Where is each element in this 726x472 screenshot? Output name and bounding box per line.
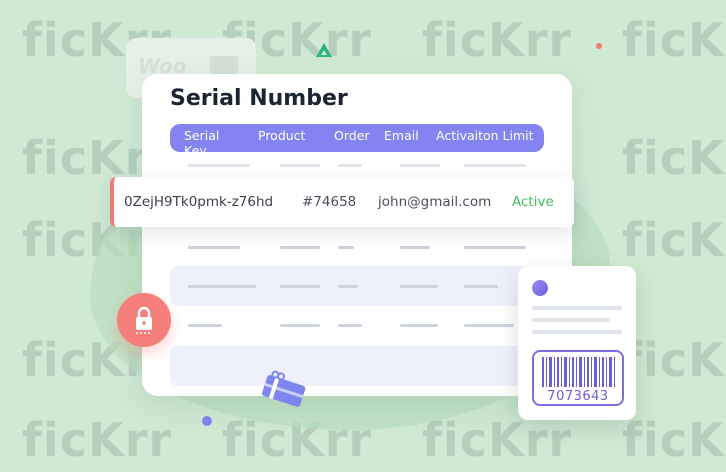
placeholder-line <box>400 246 430 249</box>
watermark-text: ficKrr <box>622 333 726 387</box>
watermark-text: ficKrr <box>622 131 726 185</box>
placeholder-line <box>532 306 622 310</box>
decor-dot <box>202 416 212 426</box>
barcode-number: 7073643 <box>547 389 609 404</box>
column-header: Serial Key <box>184 128 220 152</box>
placeholder-line <box>188 246 240 249</box>
email-value: john@gmail.com <box>378 194 492 210</box>
watermark-text: ficKrr <box>22 413 173 467</box>
placeholder-line <box>464 246 526 249</box>
triangle-shape <box>316 43 332 57</box>
illustration-stage: ficKrr ficKrr ficKrr ficKrr ficKrr ficKr… <box>0 0 726 472</box>
table-header: Serial Key Product Order Email Activaito… <box>170 124 544 152</box>
avatar-dot <box>532 280 548 296</box>
placeholder-line <box>338 246 354 249</box>
placeholder-line <box>338 164 362 167</box>
placeholder-line <box>464 285 498 288</box>
serial-key-row[interactable]: 0ZejH9Tk0pmk-z76hd #74658 john@gmail.com… <box>110 177 574 227</box>
placeholder-line <box>532 318 610 322</box>
ticket-icon <box>210 56 238 74</box>
table-row-band <box>170 346 544 386</box>
status-badge: Active <box>512 194 554 210</box>
placeholder-line <box>400 324 438 327</box>
order-value: #74658 <box>302 194 357 210</box>
placeholder-line <box>188 324 222 327</box>
column-header: Product <box>258 128 306 143</box>
serial-key-value: 0ZejH9Tk0pmk-z76hd <box>124 194 274 210</box>
card-title: Serial Number <box>170 86 348 111</box>
watermark-text: ficKrr <box>622 213 726 267</box>
placeholder-line <box>188 285 256 288</box>
placeholder-line <box>188 164 250 167</box>
watermark-text: ficKrr <box>622 13 726 67</box>
lock-badge <box>117 293 171 347</box>
serial-number-card: Serial Number Serial Key Product Order E… <box>142 74 572 396</box>
placeholder-line <box>280 164 320 167</box>
decor-dot <box>596 43 602 49</box>
placeholder-line <box>338 285 358 288</box>
placeholder-line <box>338 324 362 327</box>
column-header: Email <box>384 128 419 143</box>
watermark-text: ficKrr <box>422 13 573 67</box>
placeholder-line <box>280 246 320 249</box>
lock-icon <box>136 306 152 334</box>
placeholder-line <box>280 285 320 288</box>
column-header: Activaiton Limit <box>436 128 534 143</box>
gift-card-icon <box>262 370 306 407</box>
placeholder-line <box>280 324 320 327</box>
barcode-card: 7073643 <box>518 266 636 420</box>
placeholder-line <box>464 324 514 327</box>
placeholder-line <box>400 285 438 288</box>
placeholder-line <box>464 164 526 167</box>
placeholder-line <box>532 330 622 334</box>
barcode-box: 7073643 <box>532 350 624 406</box>
watermark-text: ficKrr <box>622 413 726 467</box>
barcode-icon <box>542 357 615 387</box>
column-header: Order <box>334 128 370 143</box>
placeholder-line <box>400 164 440 167</box>
